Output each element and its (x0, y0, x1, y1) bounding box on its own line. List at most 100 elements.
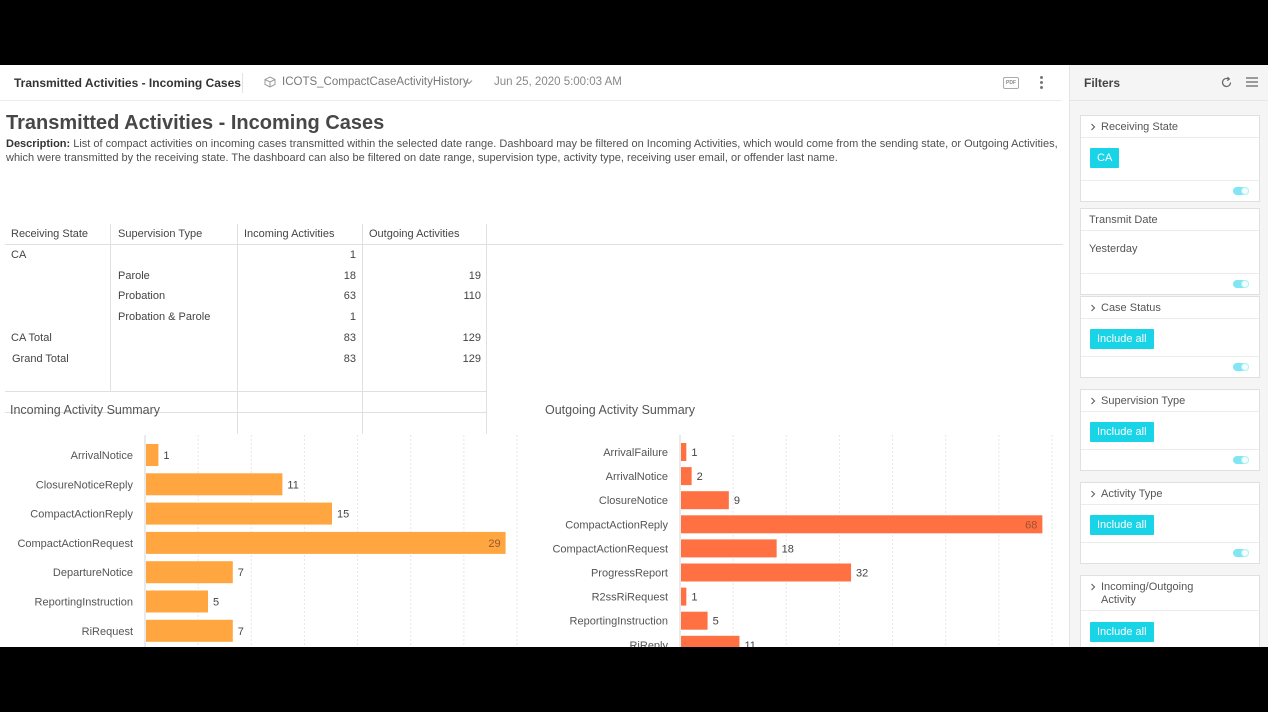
category-tick-label: ClosureNoticeReply (36, 479, 134, 491)
category-tick-label: ProgressReport (591, 568, 668, 580)
chevron-right-icon[interactable] (1090, 304, 1096, 312)
filter-card-receiving-state[interactable]: Receiving State CA (1080, 115, 1260, 202)
bar[interactable] (146, 473, 283, 496)
pivot-cell-outgoing (362, 307, 481, 327)
filter-toggle[interactable] (1233, 456, 1249, 464)
filter-label: Activity Type (1101, 488, 1163, 500)
filter-card-header[interactable]: Transmit Date (1081, 209, 1259, 231)
filter-toggle[interactable] (1233, 363, 1249, 371)
pivot-col-rule (110, 224, 111, 392)
bar[interactable] (146, 619, 233, 642)
filter-card-header[interactable]: Incoming/Outgoing Activity (1081, 576, 1259, 611)
bar-value-label: 1 (691, 447, 697, 459)
category-tick-label: ArrivalNotice (606, 471, 668, 483)
pivot-header-outgoing[interactable]: Outgoing Activities (369, 224, 460, 244)
filter-value-chip[interactable]: Include all (1090, 515, 1154, 535)
filter-card-transmit-date[interactable]: Transmit Date Yesterday (1080, 208, 1260, 295)
filter-value-chip[interactable]: CA (1090, 148, 1120, 168)
outgoing-chart-title: Outgoing Activity Summary (545, 403, 696, 417)
category-tick-label: CompactActionRequest (17, 538, 133, 550)
pivot-cell-outgoing: 110 (463, 290, 481, 302)
bar-value-label: 18 (782, 543, 794, 555)
bar-value-label: 29 (488, 538, 500, 550)
filter-label: Transmit Date (1089, 214, 1158, 226)
filter-toggle[interactable] (1233, 549, 1249, 557)
bar-value-label: 11 (744, 640, 755, 647)
bar[interactable] (146, 590, 208, 613)
filter-toggle[interactable] (1233, 280, 1249, 288)
outgoing-activity-chart: ArrivalFailure 1 ArrivalNotice 2 ClosureNoti… (552, 435, 1053, 647)
chevron-right-icon[interactable] (1090, 490, 1096, 498)
bar[interactable] (681, 515, 1043, 534)
bar-value-label: 1 (163, 450, 169, 462)
filter-card-footer (1081, 542, 1259, 563)
bar[interactable] (681, 635, 740, 647)
reset-icon[interactable] (1220, 76, 1233, 89)
chevron-right-icon[interactable] (1090, 123, 1096, 131)
bar[interactable] (681, 611, 708, 630)
bar-value-label: 5 (713, 616, 719, 628)
pivot-cell-outgoing: 19 (468, 270, 481, 282)
category-tick-label: ArrivalNotice (71, 450, 133, 462)
pivot-cell-incoming: 18 (343, 270, 356, 282)
bar[interactable] (681, 539, 777, 558)
dashboard-toolbar: Transmitted Activities - Incoming Cases … (0, 65, 1062, 101)
bar[interactable] (146, 502, 332, 525)
bar[interactable] (681, 587, 687, 606)
filter-card-supervision-type[interactable]: Supervision Type Include all (1080, 389, 1260, 471)
bar[interactable] (146, 561, 233, 584)
pdf-export-icon[interactable]: PDF (1003, 77, 1019, 89)
menu-icon[interactable] (1246, 77, 1258, 87)
category-tick-label: CompactActionReply (30, 509, 133, 521)
filter-label: Case Status (1101, 302, 1161, 314)
page-description: Description: List of compact activities … (6, 137, 1058, 165)
filter-toggle[interactable] (1233, 187, 1249, 195)
bar[interactable] (681, 563, 852, 582)
bar-value-label: 7 (238, 567, 244, 579)
chevron-right-icon[interactable] (1090, 397, 1096, 405)
filter-value-chip[interactable]: Include all (1090, 329, 1154, 349)
category-tick-label: ReportingInstruction (570, 616, 668, 628)
bar-value-label: 68 (1025, 519, 1037, 531)
datasource-selector[interactable]: ICOTS_CompactCaseActivityHistory (282, 76, 469, 88)
bar[interactable] (146, 444, 159, 466)
pivot-header-incoming[interactable]: Incoming Activities (244, 224, 334, 244)
filters-title: Filters (1084, 76, 1121, 90)
category-tick-label: ArrivalFailure (603, 447, 668, 459)
filter-value-chip[interactable]: Include all (1090, 422, 1154, 442)
pivot-header-supervision-type[interactable]: Supervision Type (118, 224, 202, 244)
filter-card-activity-type[interactable]: Activity Type Include all (1080, 482, 1260, 564)
pivot-cell-outgoing: 129 (462, 353, 481, 365)
pivot-header-receiving-state[interactable]: Receiving State (11, 224, 88, 244)
datasource-cube-icon (264, 76, 276, 88)
chevron-down-icon[interactable] (464, 77, 474, 87)
description-text: List of compact activities on incoming c… (6, 138, 1058, 164)
filter-card-case-status[interactable]: Case Status Include all (1080, 296, 1260, 378)
bar[interactable] (681, 491, 729, 510)
dashboard-app: Transmitted Activities - Incoming Cases … (0, 65, 1268, 647)
pivot-cell-outgoing: 129 (462, 332, 481, 344)
category-tick-label: RiReply (629, 640, 668, 647)
more-options-icon[interactable] (1036, 75, 1046, 91)
bar[interactable] (681, 443, 687, 461)
bar[interactable] (681, 467, 692, 486)
filter-value[interactable]: Yesterday (1089, 243, 1138, 255)
bar[interactable] (146, 531, 506, 554)
dashboard-name: Transmitted Activities - Incoming Cases (14, 76, 241, 90)
data-refresh-date: Jun 25, 2020 5:00:03 AM (494, 76, 622, 88)
filter-card-header[interactable]: Receiving State (1081, 116, 1259, 138)
pivot-cell-type: Probation (118, 290, 166, 302)
filter-card-header[interactable]: Activity Type (1081, 483, 1259, 505)
pivot-cell-state: CA (11, 249, 27, 261)
bar-value-label: 1 (691, 592, 697, 604)
chevron-right-icon[interactable] (1090, 583, 1096, 591)
filters-header: Filters (1070, 65, 1268, 101)
filter-card-header[interactable]: Supervision Type (1081, 390, 1259, 412)
pivot-col-rule (486, 224, 487, 434)
category-tick-label: RiRequest (82, 626, 133, 638)
page-title: Transmitted Activities - Incoming Cases (6, 112, 385, 134)
filter-card-header[interactable]: Case Status (1081, 297, 1259, 319)
pivot-cell-incoming: 83 (343, 353, 356, 365)
filter-value-chip[interactable]: Include all (1090, 622, 1154, 642)
filter-card-incoming-outgoing[interactable]: Incoming/Outgoing Activity Include all (1080, 575, 1260, 647)
